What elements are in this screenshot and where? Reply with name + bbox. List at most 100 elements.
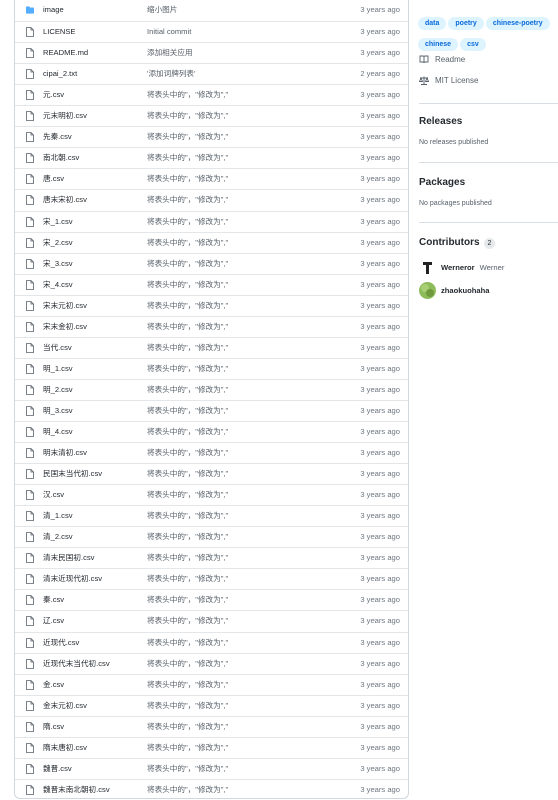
commit-message-link[interactable]: 缩小图片: [147, 0, 177, 20]
file-name-link[interactable]: LICENSE: [43, 22, 76, 42]
commit-message-link[interactable]: 将表头中的"，"修改为",": [147, 106, 228, 126]
contributor-login[interactable]: zhaokuohaha: [441, 286, 490, 295]
commit-message-link[interactable]: 将表头中的"，"修改为",": [147, 212, 228, 232]
commit-message-link[interactable]: 将表头中的"，"修改为",": [147, 696, 228, 716]
commit-message-link[interactable]: 将表头中的"，"修改为",": [147, 485, 228, 505]
file-row[interactable]: 宋_4.csv 将表头中的"，"修改为"," 3 years ago: [15, 273, 408, 295]
commit-message-link[interactable]: 将表头中的"，"修改为",": [147, 590, 228, 610]
file-name-link[interactable]: 明末清初.csv: [43, 443, 87, 463]
file-name-link[interactable]: 辽.csv: [43, 611, 64, 631]
file-name-link[interactable]: 当代.csv: [43, 338, 72, 358]
file-row[interactable]: 明_2.csv 将表头中的"，"修改为"," 3 years ago: [15, 378, 408, 400]
commit-message-link[interactable]: 将表头中的"，"修改为",": [147, 633, 228, 653]
file-row[interactable]: 民国末当代初.csv 将表头中的"，"修改为"," 3 years ago: [15, 463, 408, 484]
commit-message-link[interactable]: Initial commit: [147, 22, 191, 42]
contributor-item[interactable]: Werneror Werner: [419, 259, 504, 276]
file-row[interactable]: 明_4.csv 将表头中的"，"修改为"," 3 years ago: [15, 421, 408, 442]
file-name-link[interactable]: 清_1.csv: [43, 506, 73, 526]
contributor-login[interactable]: Werneror: [441, 263, 475, 272]
commit-message-link[interactable]: 将表头中的"，"修改为",": [147, 527, 228, 547]
file-row[interactable]: 清_1.csv 将表头中的"，"修改为"," 3 years ago: [15, 505, 408, 526]
file-row[interactable]: 辽.csv 将表头中的"，"修改为"," 3 years ago: [15, 610, 408, 631]
commit-message-link[interactable]: 将表头中的"，"修改为",": [147, 233, 228, 253]
file-name-link[interactable]: 先秦.csv: [43, 127, 72, 147]
file-name-link[interactable]: 唐末宋初.csv: [43, 190, 87, 210]
topic-tag[interactable]: csv: [460, 38, 486, 51]
file-row[interactable]: 秦.csv 将表头中的"，"修改为"," 3 years ago: [15, 589, 408, 610]
file-row[interactable]: 清末民国初.csv 将表头中的"，"修改为"," 3 years ago: [15, 547, 408, 568]
commit-message-link[interactable]: 将表头中的"，"修改为",": [147, 296, 228, 316]
file-row[interactable]: image 缩小图片 3 years ago: [15, 0, 408, 21]
topic-tag[interactable]: data: [418, 17, 447, 30]
file-row[interactable]: 唐末宋初.csv 将表头中的"，"修改为"," 3 years ago: [15, 189, 408, 210]
commit-message-link[interactable]: 将表头中的"，"修改为",": [147, 127, 228, 147]
file-name-link[interactable]: 魏晋.csv: [43, 759, 72, 779]
file-name-link[interactable]: README.md: [43, 43, 88, 63]
commit-message-link[interactable]: 将表头中的"，"修改为",": [147, 169, 228, 189]
commit-message-link[interactable]: '添加词牌列表': [147, 64, 195, 84]
commit-message-link[interactable]: 将表头中的"，"修改为",": [147, 190, 228, 210]
file-row[interactable]: 隋.csv 将表头中的"，"修改为"," 3 years ago: [15, 715, 408, 737]
releases-heading[interactable]: Releases: [419, 116, 462, 127]
file-row[interactable]: 近现代.csv 将表头中的"，"修改为"," 3 years ago: [15, 631, 408, 653]
file-row[interactable]: 清_2.csv 将表头中的"，"修改为"," 3 years ago: [15, 526, 408, 547]
file-name-link[interactable]: 宋_1.csv: [43, 212, 73, 232]
file-row[interactable]: 元末明初.csv 将表头中的"，"修改为"," 3 years ago: [15, 105, 408, 126]
file-name-link[interactable]: 唐.csv: [43, 169, 64, 189]
file-row[interactable]: 清末近现代初.csv 将表头中的"，"修改为"," 3 years ago: [15, 568, 408, 589]
file-row[interactable]: 魏晋.csv 将表头中的"，"修改为"," 3 years ago: [15, 757, 408, 779]
commit-message-link[interactable]: 将表头中的"，"修改为",": [147, 611, 228, 631]
file-row[interactable]: 宋末金初.csv 将表头中的"，"修改为"," 3 years ago: [15, 315, 408, 337]
commit-message-link[interactable]: 将表头中的"，"修改为",": [147, 148, 228, 168]
commit-message-link[interactable]: 将表头中的"，"修改为",": [147, 464, 228, 484]
commit-message-link[interactable]: 将表头中的"，"修改为",": [147, 338, 228, 358]
file-name-link[interactable]: 宋_4.csv: [43, 275, 73, 295]
file-name-link[interactable]: 近现代末当代初.csv: [43, 654, 110, 674]
file-row[interactable]: 先秦.csv 将表头中的"，"修改为"," 3 years ago: [15, 126, 408, 147]
file-name-link[interactable]: 南北朝.csv: [43, 148, 79, 168]
file-name-link[interactable]: 清末民国初.csv: [43, 548, 94, 568]
file-row[interactable]: 当代.csv 将表头中的"，"修改为"," 3 years ago: [15, 336, 408, 358]
file-row[interactable]: README.md 添加相关应用 3 years ago: [15, 42, 408, 63]
file-row[interactable]: 南北朝.csv 将表头中的"，"修改为"," 3 years ago: [15, 147, 408, 168]
commit-message-link[interactable]: 添加相关应用: [147, 43, 193, 63]
file-name-link[interactable]: 清_2.csv: [43, 527, 73, 547]
file-name-link[interactable]: 明_4.csv: [43, 422, 73, 442]
commit-message-link[interactable]: 将表头中的"，"修改为",": [147, 654, 228, 674]
packages-heading[interactable]: Packages: [419, 177, 465, 188]
file-name-link[interactable]: 宋_3.csv: [43, 254, 73, 274]
file-row[interactable]: cipai_2.txt '添加词牌列表' 2 years ago: [15, 63, 408, 84]
file-name-link[interactable]: 金.csv: [43, 675, 64, 695]
commit-message-link[interactable]: 将表头中的"，"修改为",": [147, 380, 228, 400]
commit-message-link[interactable]: 将表头中的"，"修改为",": [147, 759, 228, 779]
avatar[interactable]: [419, 282, 436, 299]
file-name-link[interactable]: 民国末当代初.csv: [43, 464, 102, 484]
file-name-link[interactable]: 隋末唐初.csv: [43, 738, 87, 758]
file-row[interactable]: 近现代末当代初.csv 将表头中的"，"修改为"," 3 years ago: [15, 652, 408, 674]
file-name-link[interactable]: 金末元初.csv: [43, 696, 87, 716]
file-name-link[interactable]: 汉.csv: [43, 485, 64, 505]
file-name-link[interactable]: 清末近现代初.csv: [43, 569, 102, 589]
file-name-link[interactable]: 明_3.csv: [43, 401, 73, 421]
file-row[interactable]: 金.csv 将表头中的"，"修改为"," 3 years ago: [15, 673, 408, 695]
commit-message-link[interactable]: 将表头中的"，"修改为",": [147, 569, 228, 589]
commit-message-link[interactable]: 将表头中的"，"修改为",": [147, 443, 228, 463]
commit-message-link[interactable]: 将表头中的"，"修改为",": [147, 422, 228, 442]
commit-message-link[interactable]: 将表头中的"，"修改为",": [147, 717, 228, 737]
file-name-link[interactable]: 隋.csv: [43, 717, 64, 737]
file-name-link[interactable]: 元.csv: [43, 85, 64, 105]
file-row[interactable]: 明末清初.csv 将表头中的"，"修改为"," 3 years ago: [15, 442, 408, 463]
file-name-link[interactable]: cipai_2.txt: [43, 64, 77, 84]
file-name-link[interactable]: image: [43, 0, 64, 20]
file-row[interactable]: 宋_1.csv 将表头中的"，"修改为"," 3 years ago: [15, 210, 408, 232]
file-row[interactable]: 宋_2.csv 将表头中的"，"修改为"," 3 years ago: [15, 231, 408, 253]
file-name-link[interactable]: 宋末金初.csv: [43, 317, 87, 337]
commit-message-link[interactable]: 将表头中的"，"修改为",": [147, 254, 228, 274]
file-row[interactable]: 元.csv 将表头中的"，"修改为"," 3 years ago: [15, 84, 408, 105]
file-name-link[interactable]: 近现代.csv: [43, 633, 79, 653]
license-link[interactable]: MIT License: [419, 76, 478, 85]
file-name-link[interactable]: 秦.csv: [43, 590, 64, 610]
readme-link[interactable]: Readme: [419, 55, 465, 64]
commit-message-link[interactable]: 将表头中的"，"修改为",": [147, 738, 228, 758]
file-name-link[interactable]: 宋末元初.csv: [43, 296, 87, 316]
